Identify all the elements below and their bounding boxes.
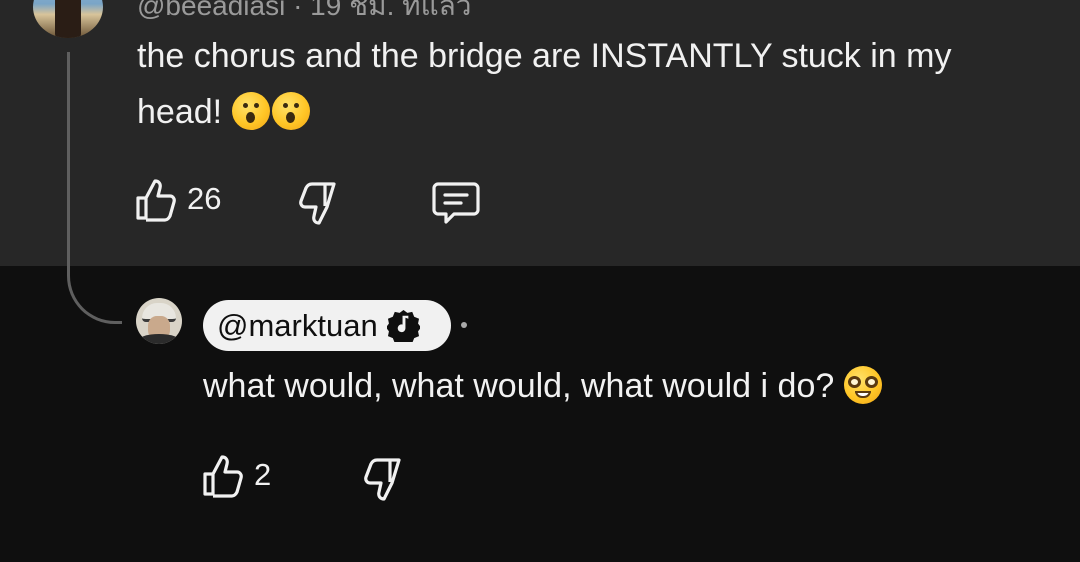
creator-handle-pill[interactable]: @marktuan bbox=[203, 300, 451, 351]
dislike-button[interactable] bbox=[358, 456, 404, 502]
thumb-up-icon bbox=[203, 455, 243, 498]
thumb-down-icon bbox=[364, 458, 401, 501]
verified-music-icon bbox=[386, 309, 420, 342]
like-count: 2 bbox=[254, 457, 272, 492]
reply-text: what would, what would, what would i do? bbox=[203, 360, 882, 412]
like-button[interactable]: 2 bbox=[202, 452, 271, 498]
separator-dot bbox=[461, 322, 467, 328]
comment-text: the chorus and the bridge are INSTANTLY … bbox=[137, 28, 1037, 140]
thread-connector-line bbox=[67, 52, 122, 324]
reply-avatar[interactable] bbox=[136, 298, 182, 344]
reply-icon bbox=[432, 182, 480, 224]
comment-author-meta[interactable]: @beeadiasi · 19 ชม. ที่แล้ว bbox=[137, 0, 472, 28]
reply-body: what would, what would, what would i do? bbox=[203, 367, 835, 405]
hushed-face-emoji bbox=[231, 92, 270, 130]
thumb-up-icon bbox=[136, 179, 176, 222]
dislike-button[interactable] bbox=[293, 180, 339, 226]
thumb-down-icon bbox=[299, 182, 336, 225]
reply-author-handle: @marktuan bbox=[217, 307, 378, 343]
like-count: 26 bbox=[187, 181, 222, 216]
like-button[interactable]: 26 bbox=[135, 176, 221, 222]
nerd-face-emoji bbox=[843, 366, 882, 404]
hushed-face-emoji bbox=[271, 92, 310, 130]
reply-button[interactable] bbox=[432, 180, 480, 226]
